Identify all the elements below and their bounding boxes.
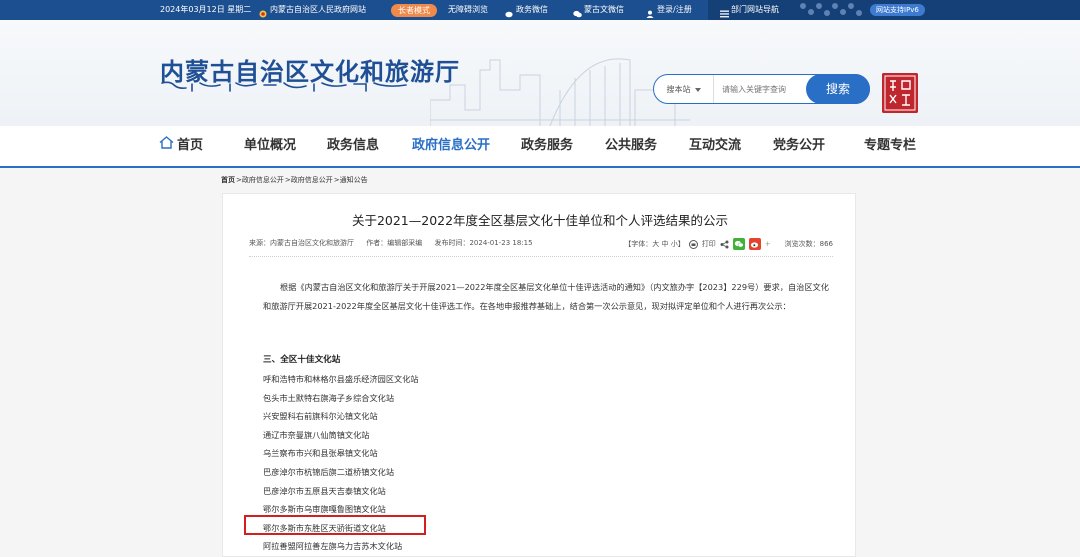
nav-gov-info[interactable]: 政务信息: [327, 126, 379, 166]
article-author: 作者：编辑部采编: [366, 239, 423, 247]
search-scope-select[interactable]: 搜本站: [654, 75, 714, 103]
list-item: 阿拉善盟阿拉善左旗乌力吉苏木文化站: [263, 541, 403, 552]
nav-unit-overview[interactable]: 单位概况: [244, 126, 296, 166]
mongolian-script-logo: [161, 81, 407, 92]
city-skyline-icon: [430, 58, 690, 126]
search-scope-label: 搜本站: [666, 84, 691, 94]
list-item: 兴安盟科右前旗科尔沁镇文化站: [263, 411, 378, 422]
plus-icon[interactable]: +: [765, 240, 771, 248]
mongol-wechat-link[interactable]: 蒙古文微信: [573, 0, 624, 20]
login-label: 登录/注册: [657, 5, 692, 14]
nav-party-affairs[interactable]: 党务公开: [773, 126, 825, 166]
nav-public-service[interactable]: 公共服务: [605, 126, 657, 166]
accessible-link[interactable]: 无障碍浏览: [448, 0, 488, 20]
breadcrumb: 首页>政府信息公开>政府信息公开>通知公告: [221, 175, 369, 185]
list-item: 通辽市奈曼旗八仙筒镇文化站: [263, 429, 370, 440]
highlight-box: [244, 515, 426, 535]
list-item: 乌兰察布市兴和县张皋镇文化站: [263, 448, 378, 459]
dept-nav-link[interactable]: 部门网站导航: [720, 0, 779, 20]
article-title: 关于2021—2022年度全区基层文化十佳单位和个人评选结果的公示: [351, 213, 729, 228]
gov-wechat-label: 政务微信: [516, 5, 548, 14]
nav-interaction[interactable]: 互动交流: [689, 126, 741, 166]
cloud-pattern-icon: [800, 3, 862, 16]
list-item: 巴彦淖尔市五原县天吉泰镇文化站: [263, 485, 386, 496]
user-icon: [646, 6, 654, 18]
search-button[interactable]: 搜索: [806, 74, 870, 104]
seal-logo-icon: [882, 73, 918, 113]
main-nav: 首页 单位概况 政务信息 政府信息公开 政务服务 公共服务 互动交流 党务公开 …: [0, 126, 1080, 168]
gov-site-label: 内蒙古自治区人民政府网站: [270, 5, 366, 14]
top-bar: 2024年03月12日 星期二 内蒙古自治区人民政府网站 长者模式 无障碍浏览 …: [0, 0, 1080, 20]
breadcrumb-home[interactable]: 首页: [221, 176, 235, 184]
caret-down-icon: [694, 85, 701, 94]
login-link[interactable]: 登录/注册: [646, 0, 692, 20]
gov-site-link[interactable]: 内蒙古自治区人民政府网站: [259, 0, 366, 20]
nav-home-label: 首页: [177, 138, 204, 153]
search-input[interactable]: [714, 75, 806, 103]
nav-gov-info-public[interactable]: 政府信息公开: [412, 126, 490, 166]
home-icon: [159, 126, 174, 166]
wechat-share-icon[interactable]: [732, 238, 745, 250]
weibo-icon: [505, 6, 513, 18]
article-meta: 来源：内蒙古自治区文化和旅游厅 作者：编辑部采编 发布时间：2024-01-23…: [249, 238, 833, 252]
section-title: 三、全区十佳文化站: [263, 355, 341, 365]
printer-icon[interactable]: [688, 239, 698, 249]
mongol-wechat-label: 蒙古文微信: [584, 5, 624, 14]
nav-gov-service[interactable]: 政务服务: [521, 126, 573, 166]
article-panel: 关于2021—2022年度全区基层文化十佳单位和个人评选结果的公示 来源：内蒙古…: [222, 193, 856, 557]
weibo-share-icon[interactable]: [748, 238, 761, 250]
date-text: 2024年03月12日 星期二: [160, 5, 252, 14]
article-date: 发布时间：2024-01-23 18:15: [434, 239, 533, 247]
list-item: 呼和浩特市和林格尔县盛乐经济园区文化站: [263, 374, 419, 384]
view-count: 浏览次数：866: [784, 240, 833, 248]
share-icon[interactable]: [720, 240, 729, 249]
print-link[interactable]: 打印: [702, 239, 716, 249]
ipv6-badge: 网站支持IPv6: [870, 4, 925, 16]
breadcrumb-item[interactable]: >政府信息公开: [236, 176, 284, 184]
emblem-icon: [259, 6, 267, 18]
breadcrumb-item[interactable]: >政府信息公开: [285, 176, 333, 184]
list-icon: [720, 6, 729, 18]
dept-nav-label: 部门网站导航: [731, 5, 779, 14]
meta-divider: [249, 256, 833, 257]
gov-wechat-link[interactable]: 政务微信: [505, 0, 548, 20]
article-source: 来源：内蒙古自治区文化和旅游厅: [249, 239, 354, 247]
nav-home[interactable]: 首页: [159, 126, 203, 166]
elder-mode-button[interactable]: 长者模式: [391, 4, 437, 17]
list-item: 包头市土默特右旗海子乡综合文化站: [263, 392, 395, 403]
font-size-control[interactable]: 【字体：大 中 小】: [624, 239, 684, 249]
nav-special-topics[interactable]: 专题专栏: [864, 126, 916, 166]
article-intro: 根据《内蒙古自治区文化和旅游厅关于开展2021—2022年度全区基层文化单位十佳…: [263, 282, 829, 311]
list-item: 巴彦淖尔市杭锦后旗二道桥镇文化站: [263, 466, 395, 477]
breadcrumb-item[interactable]: >通知公告: [334, 176, 368, 184]
wechat-icon: [573, 6, 582, 18]
site-header: 内蒙古自治区文化和旅游厅 搜本站 搜索: [0, 20, 1080, 126]
